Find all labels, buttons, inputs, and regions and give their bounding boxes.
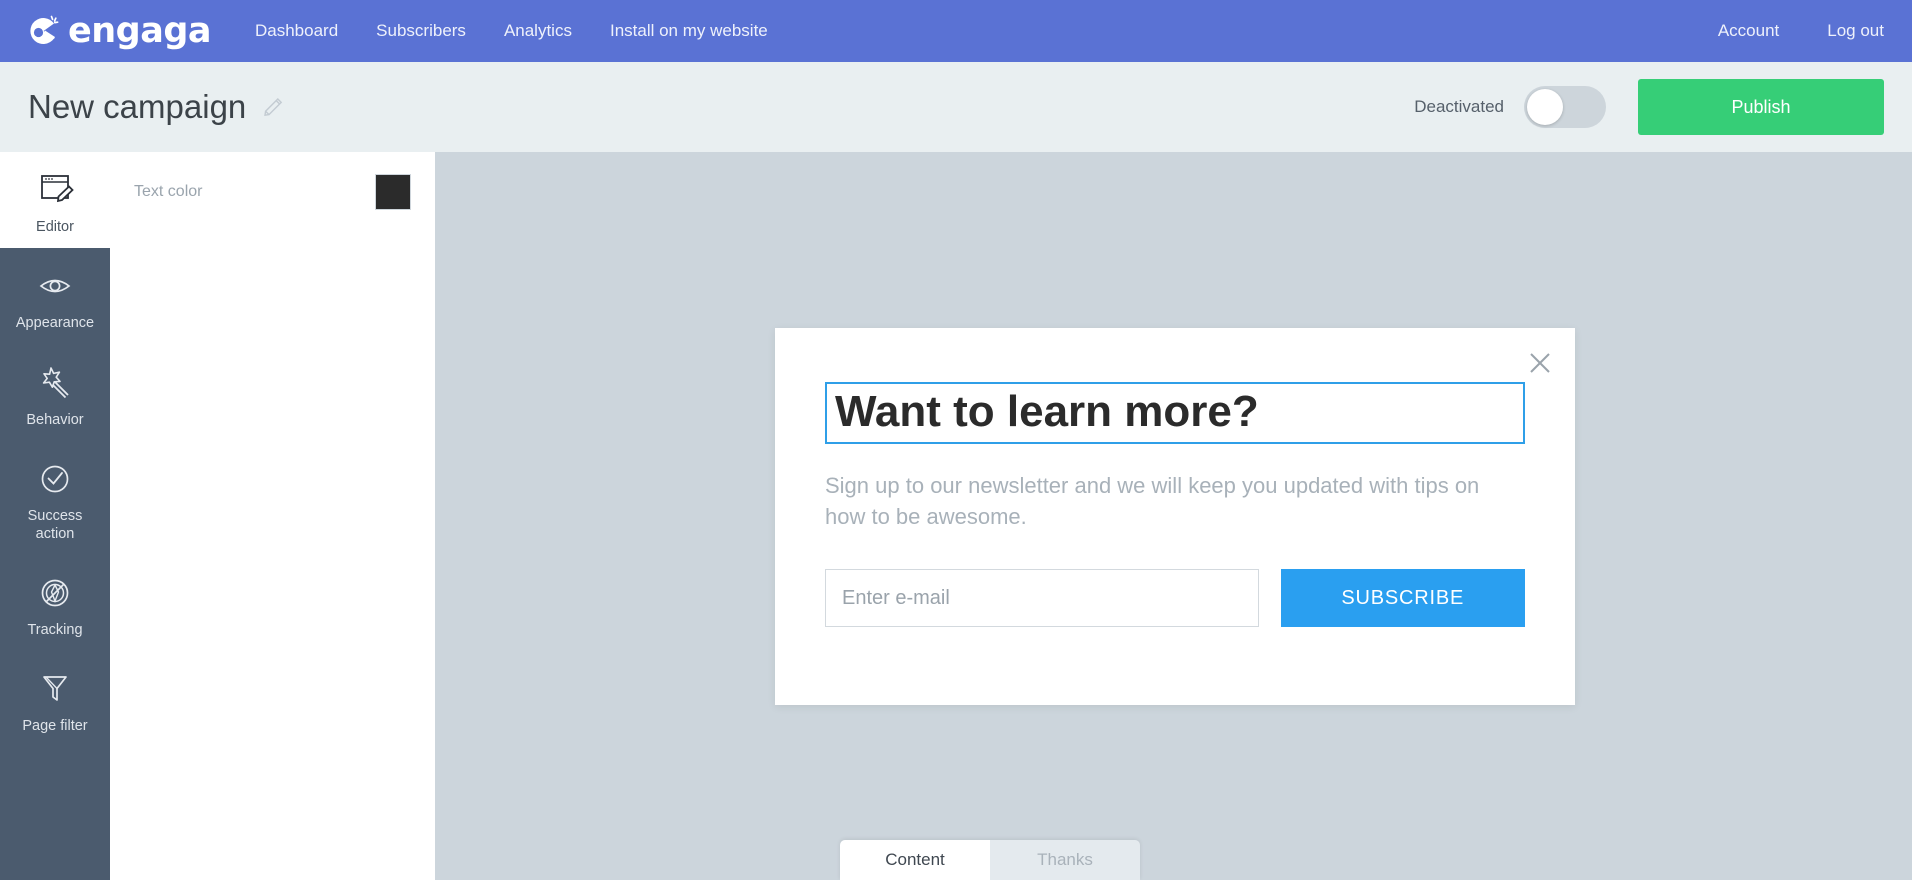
tab-thanks[interactable]: Thanks: [990, 840, 1140, 880]
nav-link-log-out[interactable]: Log out: [1827, 21, 1884, 41]
campaign-actions: Deactivated Publish: [1414, 62, 1912, 152]
page-title: New campaign: [28, 88, 247, 125]
funnel-icon: [33, 669, 77, 709]
engaga-logo-icon: [24, 12, 62, 50]
sidebar-item-label-page-filter: Page filter: [22, 718, 88, 735]
email-input[interactable]: [825, 569, 1259, 628]
campaign-header-bar: New campaign Deactivated Publish: [0, 62, 1912, 152]
sidebar-item-page-filter[interactable]: Page filter: [0, 651, 110, 747]
close-icon[interactable]: [1527, 350, 1553, 376]
preview-canvas: Want to learn more? Sign up to our newsl…: [435, 152, 1912, 880]
activation-toggle[interactable]: [1524, 86, 1606, 128]
text-color-label: Text color: [134, 183, 203, 200]
sidebar-item-label-success-action: Success action: [27, 508, 83, 542]
nav-link-account[interactable]: Account: [1718, 21, 1779, 41]
eye-icon: [33, 266, 77, 306]
browser-pencil-icon: [33, 170, 77, 210]
editor-sidebar: Editor Appearance Behavior Success actio…: [0, 152, 110, 880]
popup-headline[interactable]: Want to learn more?: [835, 388, 1515, 436]
property-row-text-color: Text color: [110, 152, 435, 210]
check-circle-icon: [33, 459, 77, 499]
nav-links: Dashboard Subscribers Analytics Install …: [255, 21, 806, 41]
sidebar-item-label-tracking: Tracking: [27, 621, 83, 638]
sidebar-item-label-appearance: Appearance: [15, 315, 95, 332]
sidebar-item-behavior[interactable]: Behavior: [0, 345, 110, 441]
popup-subtext[interactable]: Sign up to our newsletter and we will ke…: [825, 470, 1505, 534]
sidebar-item-editor[interactable]: Editor: [0, 152, 110, 249]
sidebar-item-label-behavior: Behavior: [26, 411, 84, 428]
toggle-knob: [1527, 89, 1563, 125]
magic-wand-icon: [33, 363, 77, 403]
brand-logo[interactable]: engaga: [24, 10, 212, 51]
activation-status-label: Deactivated: [1414, 97, 1504, 116]
popup-preview: Want to learn more? Sign up to our newsl…: [775, 328, 1575, 705]
top-navigation-bar: engaga Dashboard Subscribers Analytics I…: [0, 0, 1912, 62]
subscribe-button[interactable]: SUBSCRIBE: [1280, 569, 1525, 628]
nav-link-subscribers[interactable]: Subscribers: [376, 21, 466, 41]
tracking-circle-icon: [33, 573, 77, 613]
publish-button[interactable]: Publish: [1638, 79, 1884, 135]
headline-edit-box[interactable]: Want to learn more?: [825, 382, 1525, 444]
sidebar-item-tracking[interactable]: Tracking: [0, 555, 110, 651]
popup-form: SUBSCRIBE: [825, 569, 1525, 628]
nav-link-dashboard[interactable]: Dashboard: [255, 21, 338, 41]
nav-link-analytics[interactable]: Analytics: [504, 21, 572, 41]
pencil-icon[interactable]: [260, 94, 286, 120]
sidebar-item-appearance[interactable]: Appearance: [0, 248, 110, 344]
text-color-swatch[interactable]: [375, 174, 411, 210]
tab-content[interactable]: Content: [840, 840, 990, 880]
popup-content: Want to learn more? Sign up to our newsl…: [775, 328, 1575, 628]
preview-tab-bar: Content Thanks: [840, 840, 1140, 880]
nav-link-install-on-my-website[interactable]: Install on my website: [610, 21, 768, 41]
properties-panel: Text color: [110, 152, 435, 880]
sidebar-item-label-editor: Editor: [36, 219, 74, 235]
nav-right-group: Account Log out: [1670, 0, 1884, 62]
brand-name: engaga: [68, 10, 212, 51]
sidebar-item-success-action[interactable]: Success action: [0, 441, 110, 555]
